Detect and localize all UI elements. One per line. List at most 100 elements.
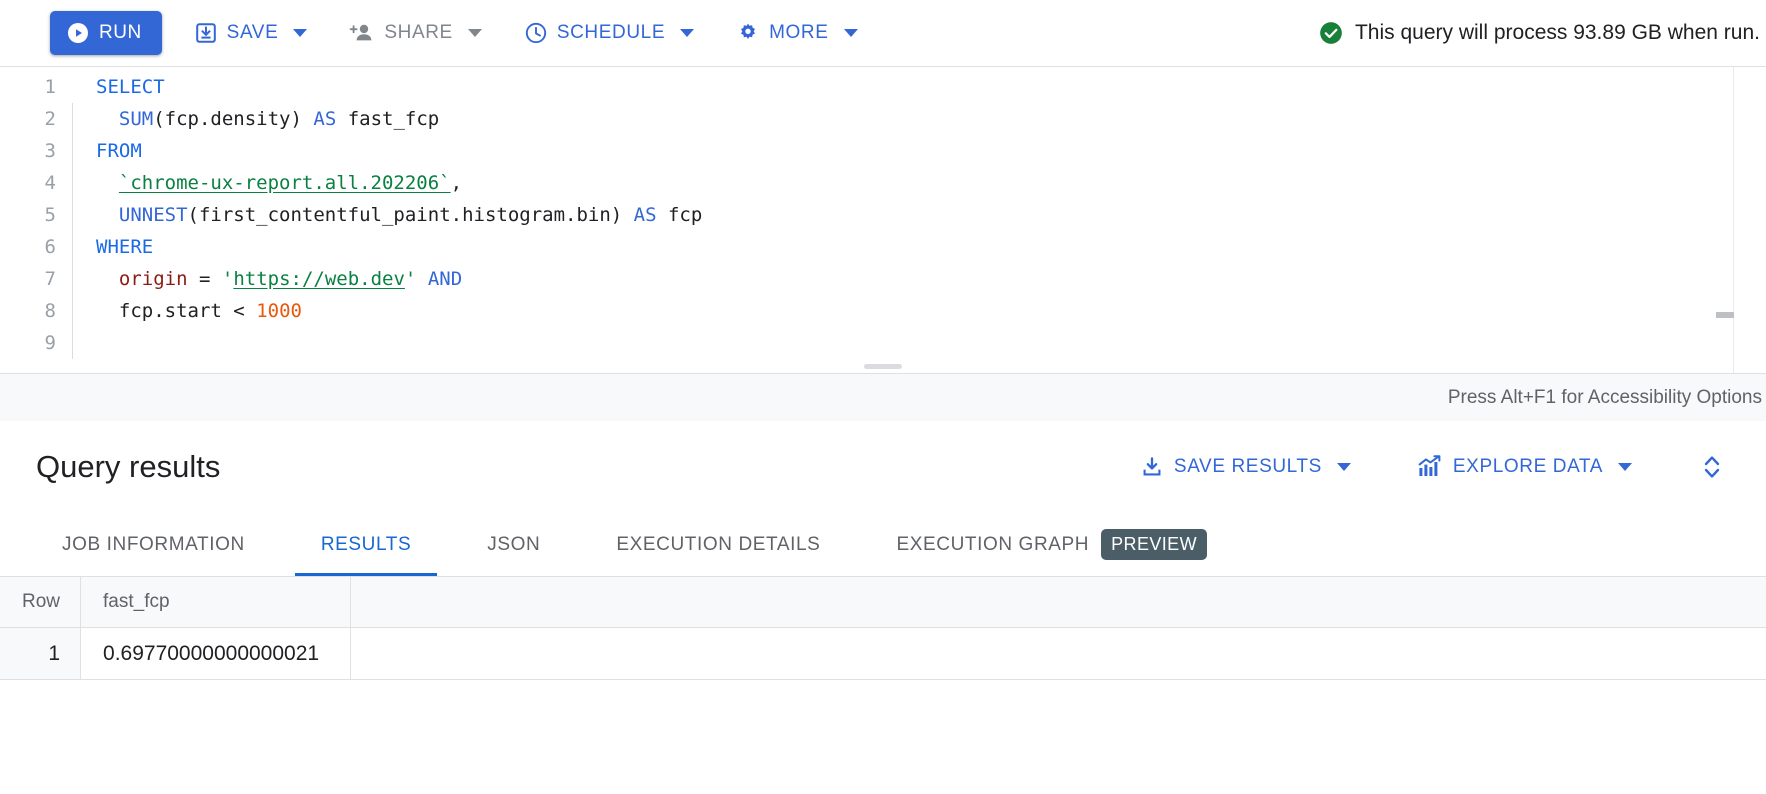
code-token: fast_fcp [336, 108, 440, 130]
person-add-icon [349, 21, 375, 45]
line-number: 6 [44, 236, 56, 258]
results-actions: SAVE RESULTS EXPLORE DATA [1084, 445, 1730, 489]
unfold-more-icon [1698, 451, 1726, 483]
tab-execution-graph[interactable]: EXECUTION GRAPH PREVIEW [870, 513, 1233, 576]
chevron-down-icon[interactable] [680, 29, 695, 37]
column-header-row[interactable]: Row [0, 577, 82, 628]
results-header: Query results SAVE RESULTS EXPLORE DATA [0, 421, 1766, 513]
save-button[interactable]: SAVE [184, 11, 318, 55]
line-number: 7 [44, 268, 56, 290]
run-button-label: RUN [99, 22, 142, 43]
gear-icon [736, 21, 760, 45]
line-number: 1 [44, 76, 56, 98]
more-button[interactable]: MORE [726, 11, 867, 55]
code-token: fcp [656, 204, 703, 226]
tab-label: JOB INFORMATION [62, 533, 245, 555]
share-button-label: SHARE [384, 22, 453, 43]
results-table: Row fast_fcp 1 0.69770000000000021 [0, 577, 1766, 680]
column-header-filler [350, 577, 1766, 628]
chevron-down-icon[interactable] [843, 29, 858, 37]
code-line[interactable]: FROM [92, 135, 1766, 167]
query-cost-status: This query will process 93.89 GB when ru… [1318, 20, 1760, 46]
code-token: `chrome-ux-report.all.202206` [118, 172, 451, 194]
line-number: 3 [44, 140, 56, 162]
code-token: UNNEST [118, 204, 188, 226]
play-circle-icon [66, 21, 90, 45]
code-token: ' [404, 268, 417, 290]
code-token: origin [118, 268, 188, 290]
schedule-button-label: SCHEDULE [556, 22, 666, 43]
code-token: SUM [118, 108, 154, 130]
tab-execution-details[interactable]: EXECUTION DETAILS [590, 513, 846, 576]
editor-scrollbar-thumb[interactable] [1716, 312, 1734, 318]
code-token: 1000 [256, 300, 302, 322]
editor-scrollbar[interactable] [1716, 67, 1734, 373]
chart-icon [1417, 455, 1443, 479]
tab-results[interactable]: RESULTS [294, 513, 438, 576]
code-token: (fcp.density) [153, 108, 314, 130]
line-number: 5 [44, 204, 56, 226]
download-icon [1140, 455, 1164, 479]
clock-icon [524, 21, 548, 45]
editor-code[interactable]: SELECT SUM(fcp.density) AS fast_fcp FROM … [72, 71, 1766, 359]
save-results-button[interactable]: SAVE RESULTS [1130, 445, 1361, 489]
code-line[interactable]: UNNEST(first_contentful_paint.histogram.… [92, 199, 1766, 231]
save-results-label: SAVE RESULTS [1173, 456, 1322, 477]
indent-guide [72, 103, 73, 359]
code-token: fcp.start [118, 300, 234, 322]
table-header-row: Row fast_fcp [0, 577, 1766, 628]
sql-editor[interactable]: 1 2 3 4 5 6 7 8 9 SELECT SUM(fcp.density) AS fas… [0, 66, 1766, 421]
code-token: ' [221, 268, 234, 290]
results-title: Query results [36, 449, 221, 484]
save-button-label: SAVE [226, 22, 279, 43]
accessibility-hint: Press Alt+F1 for Accessibility Options [1447, 386, 1762, 408]
code-line[interactable] [92, 327, 1766, 359]
code-line[interactable]: origin = 'https://web.dev' AND [92, 263, 1766, 295]
code-line[interactable]: `chrome-ux-report.all.202206`, [92, 167, 1766, 199]
preview-badge: PREVIEW [1101, 529, 1207, 560]
expand-collapse-button[interactable] [1698, 451, 1726, 483]
code-line[interactable]: SELECT [92, 71, 1766, 103]
tab-json[interactable]: JSON [461, 513, 566, 576]
tab-job-information[interactable]: JOB INFORMATION [36, 513, 271, 576]
chevron-down-icon[interactable] [1618, 463, 1632, 471]
share-button[interactable]: SHARE [339, 11, 491, 55]
explore-data-label: EXPLORE DATA [1452, 456, 1603, 477]
tab-label: EXECUTION DETAILS [616, 533, 821, 555]
query-toolbar: RUN SAVE SHARE SCHEDULE MORE This query … [0, 0, 1766, 66]
column-header-fast-fcp[interactable]: fast_fcp [80, 577, 352, 628]
code-token: = [187, 268, 222, 290]
cell-fast-fcp: 0.69770000000000021 [80, 627, 352, 680]
chevron-down-icon[interactable] [293, 29, 308, 37]
check-circle-icon [1318, 20, 1344, 46]
code-token: https://web.dev [233, 268, 405, 290]
editor-resize-handle[interactable] [864, 364, 902, 369]
line-number: 9 [44, 332, 56, 354]
code-line[interactable]: WHERE [92, 231, 1766, 263]
code-line[interactable]: fcp.start < 1000 [92, 295, 1766, 327]
code-token: AS [313, 108, 337, 130]
code-line[interactable]: SUM(fcp.density) AS fast_fcp [92, 103, 1766, 135]
chevron-down-icon[interactable] [1336, 463, 1351, 471]
editor-line-numbers: 1 2 3 4 5 6 7 8 9 [0, 71, 72, 359]
run-button[interactable]: RUN [50, 11, 162, 55]
table-row[interactable]: 1 0.69770000000000021 [0, 627, 1766, 680]
save-icon [194, 21, 218, 45]
more-button-label: MORE [769, 22, 829, 43]
query-cost-text: This query will process 93.89 GB when ru… [1354, 21, 1760, 44]
schedule-button[interactable]: SCHEDULE [514, 11, 704, 55]
code-token: < [233, 300, 245, 322]
chevron-down-icon[interactable] [467, 29, 482, 37]
code-token: (first_contentful_paint.histogram.bin) [187, 204, 634, 226]
code-token: AND [427, 268, 463, 290]
code-token: AS [633, 204, 657, 226]
line-number: 4 [44, 172, 56, 194]
explore-data-button[interactable]: EXPLORE DATA [1407, 445, 1642, 489]
tab-label: RESULTS [320, 533, 412, 555]
